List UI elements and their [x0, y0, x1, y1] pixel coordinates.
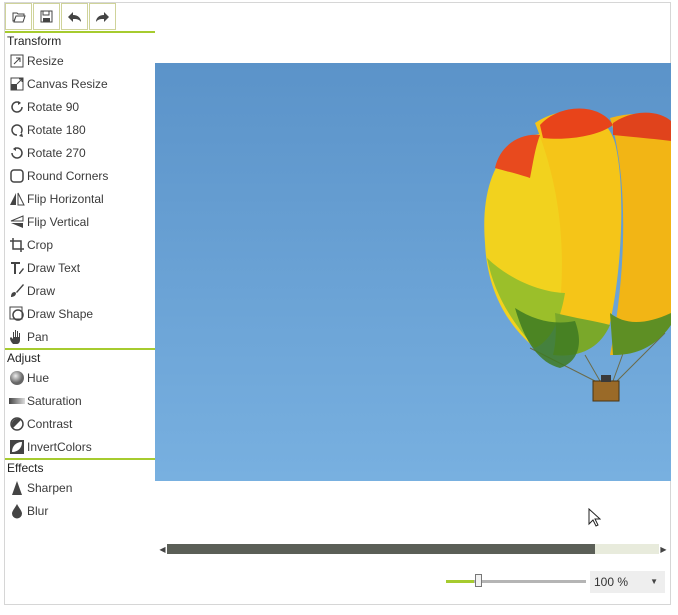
hand-icon	[9, 329, 25, 345]
tools-panel: Transform Resize Canvas Resize Rotate 90…	[5, 33, 155, 522]
tool-blur[interactable]: Blur	[5, 499, 155, 522]
flip-horizontal-icon	[9, 191, 25, 207]
group-title-effects: Effects	[7, 461, 44, 475]
scroll-right-icon[interactable]: ▶	[659, 543, 668, 555]
tool-label: Resize	[27, 53, 64, 68]
save-icon	[40, 10, 53, 23]
blur-icon	[9, 503, 25, 519]
tool-label: Draw Shape	[27, 306, 94, 321]
round-corners-icon	[9, 168, 25, 184]
chevron-down-icon: ▼	[650, 577, 658, 586]
tool-label: Flip Horizontal	[27, 191, 104, 206]
invert-colors-icon	[9, 439, 25, 455]
tool-label: Contrast	[27, 416, 73, 431]
toolbar	[5, 3, 117, 31]
tool-draw-text[interactable]: Draw Text	[5, 256, 155, 279]
tool-label: Flip Vertical	[27, 214, 90, 229]
tool-label: Saturation	[27, 393, 82, 408]
contrast-icon	[9, 416, 25, 432]
open-folder-icon	[12, 12, 26, 22]
group-title-transform: Transform	[7, 34, 62, 48]
group-title-adjust: Adjust	[7, 351, 41, 365]
tool-contrast[interactable]: Contrast	[5, 412, 155, 435]
tool-label: InvertColors	[27, 439, 92, 454]
saturation-icon	[9, 393, 25, 409]
tool-label: Blur	[27, 503, 49, 518]
hot-air-balloon-image	[155, 63, 671, 481]
tool-saturation[interactable]: Saturation	[5, 389, 155, 412]
draw-text-icon	[9, 260, 25, 276]
tool-label: Round Corners	[27, 168, 109, 183]
tool-label: Draw Text	[27, 260, 81, 275]
open-button[interactable]	[5, 3, 32, 30]
tool-draw-shape[interactable]: Draw Shape	[5, 302, 155, 325]
rotate-90-icon	[9, 99, 25, 115]
scroll-thumb[interactable]	[167, 544, 595, 554]
tool-rotate-270[interactable]: Rotate 270	[5, 141, 155, 164]
sharpen-icon	[9, 480, 25, 496]
tool-canvas-resize[interactable]: Canvas Resize	[5, 72, 155, 95]
zoom-dropdown[interactable]: 100 % ▼	[590, 571, 665, 593]
tool-label: Draw	[27, 283, 56, 298]
tool-label: Rotate 180	[27, 122, 86, 137]
tool-label: Pan	[27, 329, 49, 344]
tool-rotate-90[interactable]: Rotate 90	[5, 95, 155, 118]
undo-button[interactable]	[61, 3, 88, 30]
rotate-270-icon	[9, 145, 25, 161]
tool-label: Rotate 270	[27, 145, 86, 160]
tool-sharpen[interactable]: Sharpen	[5, 476, 155, 499]
flip-vertical-icon	[9, 214, 25, 230]
tool-label: Sharpen	[27, 480, 73, 495]
tool-draw[interactable]: Draw	[5, 279, 155, 302]
zoom-slider[interactable]	[446, 571, 586, 591]
save-button[interactable]	[33, 3, 60, 30]
tool-pan[interactable]: Pan	[5, 325, 155, 348]
tool-label: Rotate 90	[27, 99, 80, 114]
image-canvas[interactable]	[155, 63, 671, 481]
tool-resize[interactable]: Resize	[5, 49, 155, 72]
crop-icon	[9, 237, 25, 253]
resize-icon	[9, 53, 25, 69]
redo-icon	[96, 11, 109, 22]
tool-round-corners[interactable]: Round Corners	[5, 164, 155, 187]
tool-flip-vertical[interactable]: Flip Vertical	[5, 210, 155, 233]
rotate-180-icon	[9, 122, 25, 138]
horizontal-scrollbar[interactable]: ◀ ▶	[158, 543, 668, 555]
redo-button[interactable]	[89, 3, 116, 30]
tool-rotate-180[interactable]: Rotate 180	[5, 118, 155, 141]
tool-crop[interactable]: Crop	[5, 233, 155, 256]
hue-icon	[9, 370, 25, 386]
tool-hue[interactable]: Hue	[5, 366, 155, 389]
tool-label: Crop	[27, 237, 54, 252]
undo-icon	[68, 11, 81, 22]
tool-label: Canvas Resize	[27, 76, 108, 91]
zoom-value: 100 %	[594, 575, 629, 589]
tool-flip-horizontal[interactable]: Flip Horizontal	[5, 187, 155, 210]
tool-invert-colors[interactable]: InvertColors	[5, 435, 155, 458]
canvas-resize-icon	[9, 76, 25, 92]
tool-label: Hue	[27, 370, 50, 385]
zoom-fill	[446, 580, 474, 583]
zoom-thumb[interactable]	[475, 574, 482, 587]
brush-icon	[9, 283, 25, 299]
mouse-cursor-icon	[588, 507, 602, 530]
scroll-track[interactable]	[167, 544, 659, 554]
scroll-left-icon[interactable]: ◀	[158, 543, 167, 555]
draw-shape-icon	[9, 306, 25, 322]
